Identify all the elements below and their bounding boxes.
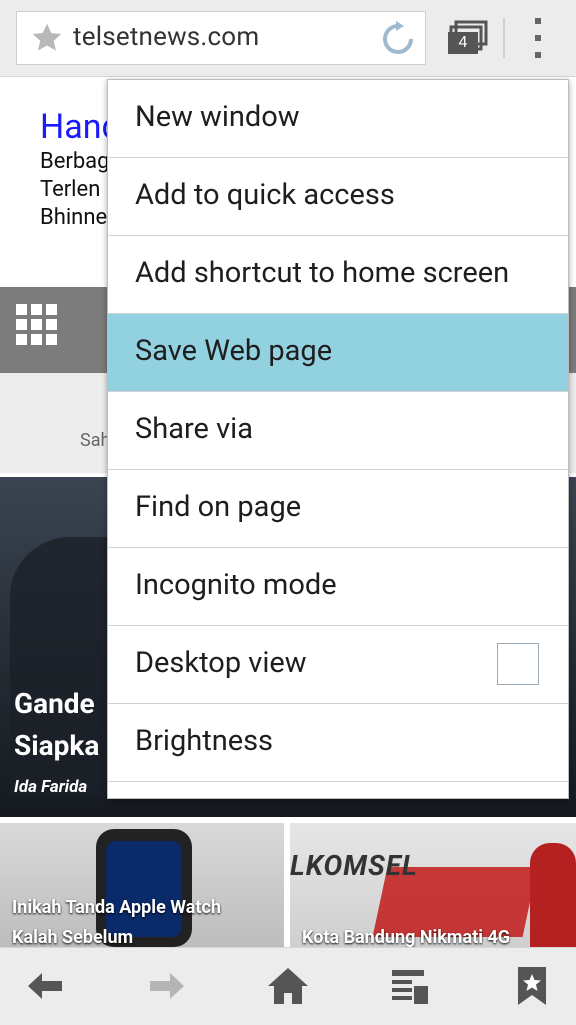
bookmark-star-icon[interactable] xyxy=(29,20,65,60)
menu-item-label: New window xyxy=(135,100,300,134)
ad-line: Bhinne xyxy=(40,205,108,230)
bookmarks-icon[interactable] xyxy=(510,964,554,1008)
grid-menu-icon[interactable] xyxy=(16,304,58,346)
bottom-nav-bar xyxy=(0,947,576,1025)
article-thumbnail-apple-watch[interactable]: Inikah Tanda Apple Watch Kalah Sebelum xyxy=(0,823,284,947)
menu-item-share-via[interactable]: Share via xyxy=(108,392,568,470)
menu-item-desktop-view[interactable]: Desktop view xyxy=(108,626,568,704)
menu-item-label: Desktop view xyxy=(135,646,307,680)
reload-icon[interactable] xyxy=(379,20,417,62)
hero-title-line[interactable]: Siapka xyxy=(14,729,99,762)
hero-title-line[interactable]: Gande xyxy=(14,687,95,720)
thumbnail-caption[interactable]: Kota Bandung Nikmati 4G xyxy=(302,927,510,947)
toolbar-divider xyxy=(503,18,505,58)
url-text[interactable]: telsetnews.com xyxy=(73,22,259,52)
tab-switcher-button[interactable]: 4 xyxy=(444,20,488,58)
ad-line: Berbag xyxy=(40,149,110,174)
hero-author: Ida Farida xyxy=(14,777,88,797)
home-icon[interactable] xyxy=(266,964,310,1008)
menu-item-add-shortcut[interactable]: Add shortcut to home screen xyxy=(108,236,568,314)
menu-item-save-web-page[interactable]: Save Web page xyxy=(108,314,568,392)
menu-item-label: Incognito mode xyxy=(135,568,337,602)
back-icon[interactable] xyxy=(24,964,68,1008)
menu-item-label: Add shortcut to home screen xyxy=(135,256,510,290)
menu-item-add-to-quick-access[interactable]: Add to quick access xyxy=(108,158,568,236)
menu-item-label: Find on page xyxy=(135,490,302,524)
menu-item-label: Add to quick access xyxy=(135,178,395,212)
tab-count: 4 xyxy=(448,32,478,54)
reading-list-icon[interactable] xyxy=(388,964,432,1008)
url-bar[interactable]: telsetnews.com xyxy=(16,11,426,65)
browser-toolbar: telsetnews.com 4 xyxy=(0,0,576,77)
menu-item-new-window[interactable]: New window xyxy=(108,80,568,158)
banner-brand-text: LKOMSEL xyxy=(290,849,418,882)
thumbnail-caption[interactable]: Kalah Sebelum xyxy=(12,927,133,947)
thumbnail-caption[interactable]: Inikah Tanda Apple Watch xyxy=(12,897,221,918)
menu-item-label: Brightness xyxy=(135,724,274,758)
menu-item-label: Share via xyxy=(135,412,253,446)
menu-item-find-on-page[interactable]: Find on page xyxy=(108,470,568,548)
menu-item-incognito-mode[interactable]: Incognito mode xyxy=(108,548,568,626)
menu-item-label: Save Web page xyxy=(135,334,333,368)
article-thumbnail-bandung[interactable]: LKOMSEL Kota Bandung Nikmati 4G xyxy=(290,823,576,947)
overflow-menu-icon[interactable] xyxy=(530,18,546,60)
subbar-text[interactable]: Sah xyxy=(80,430,110,451)
overflow-menu: New window Add to quick access Add short… xyxy=(107,79,569,799)
ad-line: Terlen xyxy=(40,177,101,202)
desktop-view-checkbox[interactable] xyxy=(497,643,539,685)
menu-item-brightness[interactable]: Brightness xyxy=(108,704,568,782)
forward-icon[interactable] xyxy=(144,964,188,1008)
person-image xyxy=(530,843,576,947)
